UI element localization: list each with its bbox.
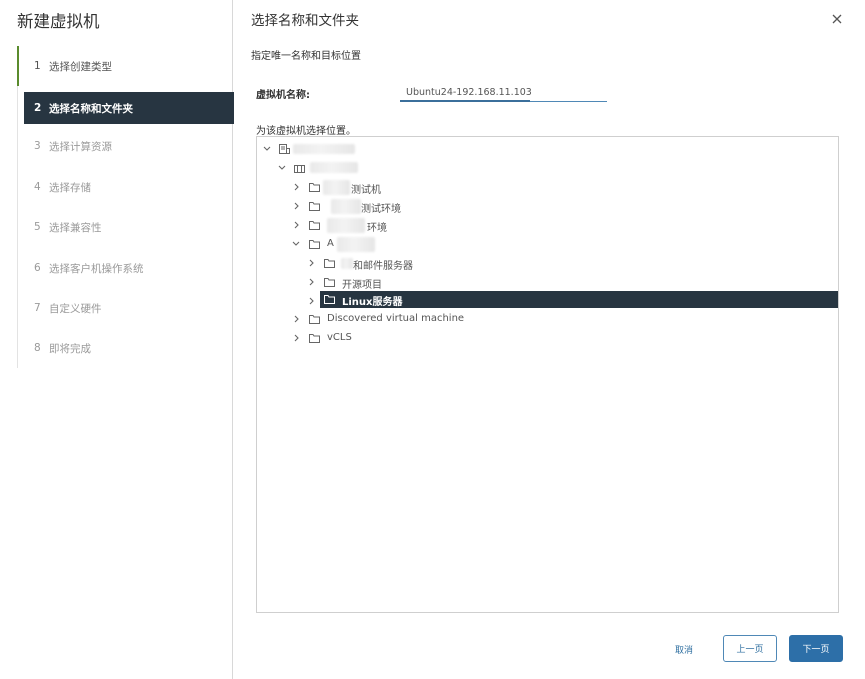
tree-node-label: 环境 [367,223,387,234]
folder-icon [309,315,320,324]
folder-icon [324,295,335,304]
tree-node-folder[interactable]: 测试机 [257,179,838,196]
page-subtitle: 指定唯一名称和目标位置 [251,51,361,62]
chevron-right-icon[interactable] [306,276,316,288]
step-number: 7 [34,302,41,314]
close-button[interactable] [829,11,845,27]
chevron-right-icon[interactable] [291,219,301,231]
step-number: 8 [34,342,41,354]
step-number: 2 [34,102,42,114]
cancel-button[interactable]: 取消 [663,636,705,662]
vcenter-icon [279,144,290,154]
chevron-down-icon[interactable] [262,143,272,155]
step-label: 即将完成 [49,342,91,355]
vm-name-label: 虚拟机名称: [256,90,310,101]
step-label: 选择兼容性 [49,221,102,234]
step-label: 自定义硬件 [49,302,102,315]
tree-node-folder[interactable]: vCLS [257,330,838,347]
redaction-blur [310,162,358,173]
previous-button[interactable]: 上一页 [723,635,777,662]
step-label: 选择客户机操作系统 [49,262,144,275]
step-label: 选择存储 [49,181,91,194]
chevron-right-icon[interactable] [306,295,316,307]
tree-node-folder[interactable]: 测试环境 [257,198,838,215]
chevron-right-icon[interactable] [291,332,301,344]
tree-node-linux-servers[interactable]: Linux服务器 [320,291,838,308]
wizard-title: 新建虚拟机 [17,12,100,31]
location-label: 为该虚拟机选择位置。 [256,126,356,137]
tree-node-folder[interactable]: 和邮件服务器 [257,255,838,272]
new-vm-wizard-dialog: 新建虚拟机 1 选择创建类型 2 选择名称和文件夹 3 选择计算资源 4 选择存… [0,0,865,679]
tree-node-label: 和邮件服务器 [353,261,413,272]
tree-node-folder[interactable]: 开源项目 [257,274,838,291]
step-number: 5 [34,221,41,233]
redaction-blur [331,199,361,214]
tree-node-folder[interactable]: A [257,236,838,253]
redaction-blur [337,237,375,252]
step-label: 选择计算资源 [49,140,112,153]
redaction-blur [323,180,350,195]
tree-node-vcenter[interactable] [257,141,838,158]
tree-node-label: vCLS [327,332,352,343]
folder-icon [324,278,335,287]
tree-node-label: 测试机 [351,185,381,196]
step-number: 3 [34,140,41,152]
chevron-right-icon[interactable] [306,257,316,269]
tree-node-label: Linux服务器 [342,297,403,308]
close-icon [832,14,842,24]
folder-icon [324,259,335,268]
chevron-right-icon[interactable] [291,181,301,193]
step-label: 选择名称和文件夹 [49,102,133,115]
redaction-blur [341,258,353,269]
page-title: 选择名称和文件夹 [251,13,359,29]
chevron-right-icon[interactable] [291,200,301,212]
step-1[interactable]: 1 选择创建类型 [17,46,233,86]
step-2[interactable]: 2 选择名称和文件夹 [24,92,234,124]
step-5: 5 选择兼容性 [18,211,234,243]
redaction-blur [293,144,355,154]
folder-icon [309,334,320,343]
chevron-right-icon[interactable] [291,313,301,325]
datacenter-icon [294,165,305,173]
step-label: 选择创建类型 [49,60,112,73]
folder-icon [309,240,320,249]
next-button[interactable]: 下一页 [789,635,843,662]
wizard-steps: 1 选择创建类型 2 选择名称和文件夹 3 选择计算资源 4 选择存储 5 选择… [17,46,234,368]
wizard-sidebar: 新建虚拟机 1 选择创建类型 2 选择名称和文件夹 3 选择计算资源 4 选择存… [0,0,234,679]
tree-node-folder[interactable]: Discovered virtual machine [257,311,838,328]
step-7: 7 自定义硬件 [18,292,234,324]
tree-node-label: Discovered virtual machine [327,313,465,324]
redaction-blur [327,218,365,233]
step-number: 6 [34,262,41,274]
tree-node-datacenter[interactable] [257,160,838,177]
folder-icon [309,202,320,211]
chevron-down-icon[interactable] [277,162,287,174]
chevron-down-icon[interactable] [291,238,301,250]
folder-icon [309,183,320,192]
input-focus-indicator [400,100,530,102]
step-number: 4 [34,181,41,193]
step-number: 1 [34,60,41,72]
folder-icon [309,221,320,230]
tree-node-folder[interactable]: 环境 [257,217,838,234]
tree-node-label: 开源项目 [342,280,382,291]
tree-node-label: 测试环境 [361,204,401,215]
tree-node-label: A [327,238,334,249]
folder-tree[interactable]: 测试机 测试环境 环境 A 和邮件服务器 开源项目 Linux服务器 Disco… [256,136,839,613]
step-6: 6 选择客户机操作系统 [18,252,234,284]
step-4: 4 选择存储 [18,171,234,203]
step-3: 3 选择计算资源 [18,130,234,162]
step-8: 8 即将完成 [18,332,234,364]
